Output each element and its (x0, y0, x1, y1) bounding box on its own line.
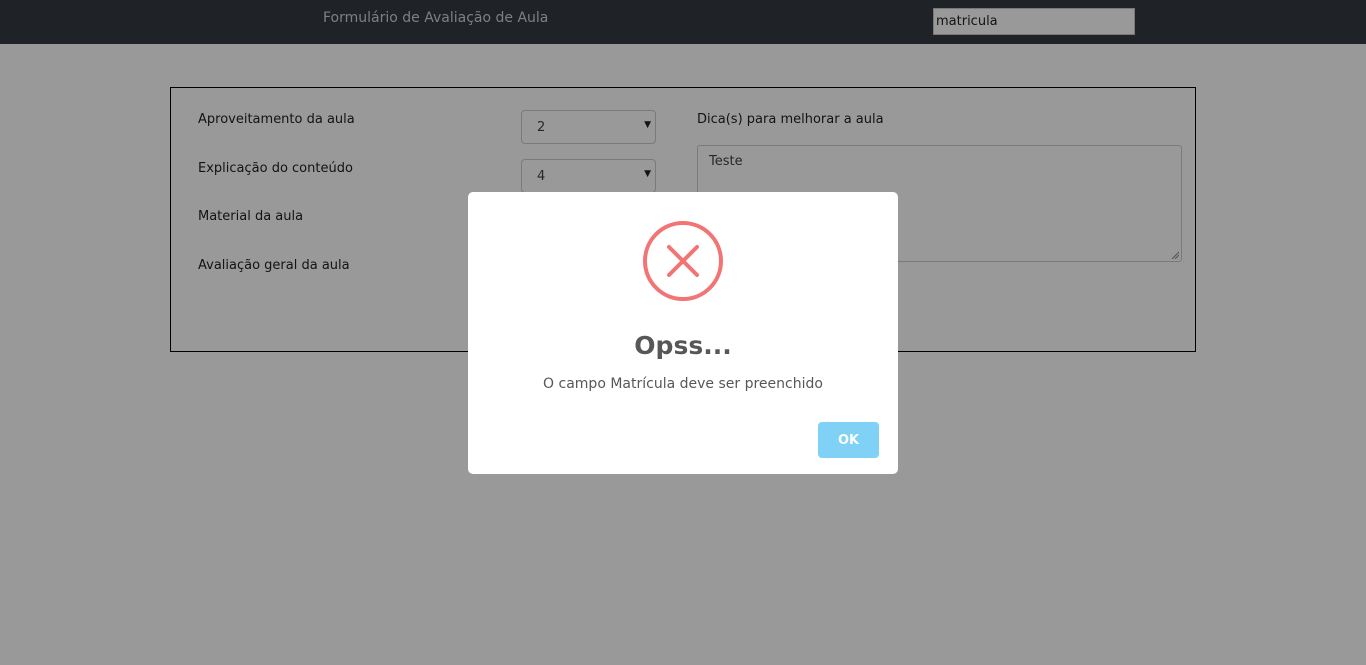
error-dialog: Opss... O campo Matrícula deve ser preen… (468, 192, 898, 474)
ok-button[interactable]: OK (818, 422, 879, 458)
error-x-icon (643, 221, 723, 301)
dialog-title: Opss... (634, 331, 732, 360)
dialog-message: O campo Matrícula deve ser preenchido (543, 376, 823, 392)
